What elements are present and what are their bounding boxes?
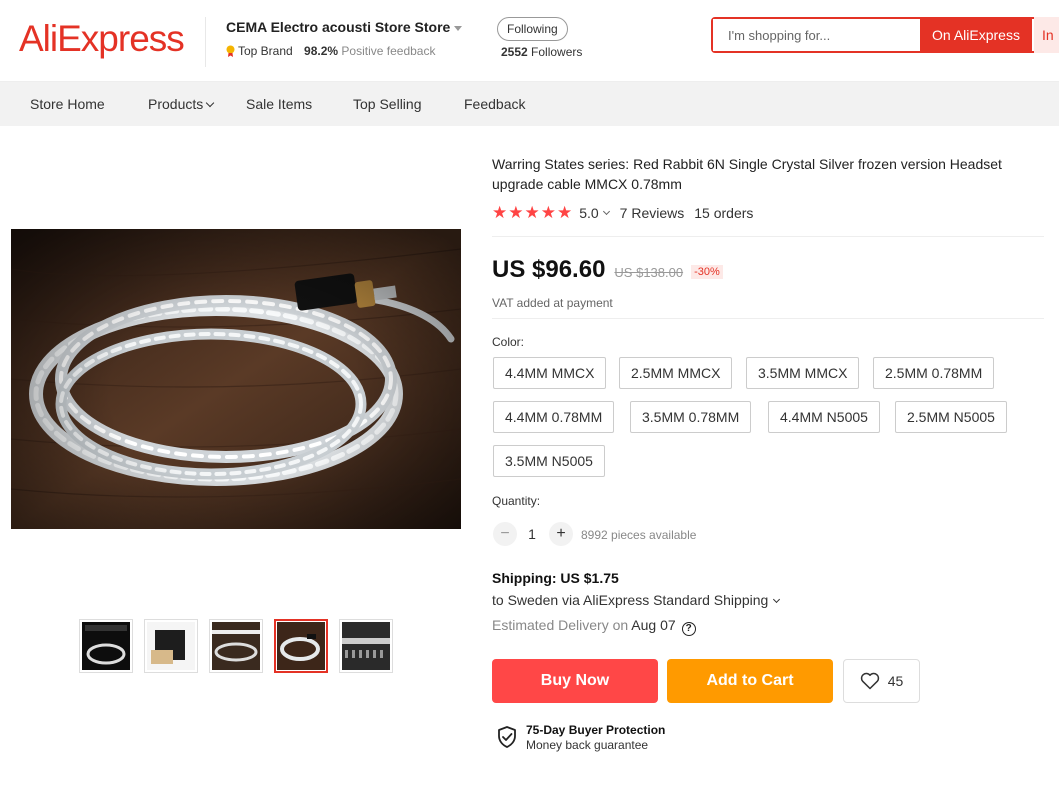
nav-products-label[interactable]: Products bbox=[148, 96, 203, 112]
followers-count: 2552 Followers bbox=[501, 45, 587, 59]
quantity-label: Quantity: bbox=[492, 494, 541, 508]
discount-badge: -30% bbox=[691, 265, 723, 279]
rating-row: ★★★★★ 5.0 7 Reviews 15 orders bbox=[492, 203, 753, 223]
color-label: Color: bbox=[492, 335, 525, 349]
followers-number: 2552 bbox=[501, 45, 528, 59]
color-option[interactable]: 3.5MM 0.78MM bbox=[630, 401, 752, 433]
thumbnail-1[interactable] bbox=[79, 619, 133, 673]
following-button[interactable]: Following bbox=[497, 17, 568, 41]
store-meta: Top Brand 98.2% Positive feedback bbox=[226, 44, 462, 58]
aliexpress-logo[interactable]: AliExpress bbox=[19, 18, 185, 60]
buy-now-button[interactable]: Buy Now bbox=[492, 659, 658, 703]
nav-sale-items[interactable]: Sale Items bbox=[246, 82, 312, 126]
caret-down-icon[interactable] bbox=[454, 25, 463, 31]
wishlist-button[interactable]: 45 bbox=[843, 659, 920, 703]
chevron-down-icon[interactable] bbox=[602, 207, 610, 215]
reviews-link[interactable]: 7 Reviews bbox=[620, 205, 685, 221]
color-option[interactable]: 3.5MM N5005 bbox=[493, 445, 605, 477]
thumbnail-image bbox=[147, 622, 195, 670]
chevron-down-icon[interactable] bbox=[206, 98, 215, 108]
add-to-cart-button[interactable]: Add to Cart bbox=[667, 659, 833, 703]
thumbnail-image bbox=[342, 622, 390, 670]
color-option[interactable]: 4.4MM 0.78MM bbox=[493, 401, 615, 433]
followers-label: Followers bbox=[531, 45, 583, 59]
buyer-protection-title: 75-Day Buyer Protection bbox=[526, 723, 666, 737]
shipping-destination[interactable]: to Sweden via AliExpress Standard Shippi… bbox=[492, 592, 781, 608]
nav-store-home[interactable]: Store Home bbox=[30, 82, 105, 126]
original-price: US $138.00 bbox=[614, 265, 684, 280]
thumbnail-5[interactable] bbox=[339, 619, 393, 673]
orders-count: 15 orders bbox=[694, 205, 754, 221]
follow-block: Following 2552 Followers bbox=[497, 17, 587, 59]
buyer-protection-text: 75-Day Buyer Protection Money back guara… bbox=[526, 723, 665, 752]
thumbnail-4[interactable] bbox=[274, 619, 328, 673]
vat-note: VAT added at payment bbox=[492, 296, 613, 310]
chevron-down-icon[interactable] bbox=[773, 595, 781, 604]
estimated-delivery: Estimated Delivery on Aug 07? bbox=[492, 617, 696, 636]
site-header: AliExpress CEMA Electro acousti Store St… bbox=[0, 0, 1059, 82]
rating-score[interactable]: 5.0 bbox=[579, 205, 598, 221]
thumbnail-image bbox=[212, 622, 260, 670]
thumbnail-3[interactable] bbox=[209, 619, 263, 673]
store-nav: Store Home Products Sale Items Top Selli… bbox=[0, 82, 1059, 126]
rating-stars: ★★★★★ bbox=[492, 203, 574, 222]
product-title: Warring States series: Red Rabbit 6N Sin… bbox=[492, 156, 1002, 192]
store-name-row[interactable]: CEMA Electro acousti Store Store bbox=[226, 19, 463, 35]
nav-feedback[interactable]: Feedback bbox=[464, 82, 525, 126]
available-quantity: 8992 pieces available bbox=[581, 528, 697, 542]
shipping-destination-text[interactable]: to Sweden via AliExpress Standard Shippi… bbox=[492, 592, 768, 608]
heart-icon bbox=[860, 672, 879, 690]
quantity-increase-button[interactable]: + bbox=[549, 522, 573, 546]
shield-check-icon bbox=[498, 726, 516, 748]
shipping-cost: Shipping: US $1.75 bbox=[492, 570, 619, 586]
color-option[interactable]: 2.5MM MMCX bbox=[619, 357, 733, 389]
search-bar: On AliExpress In bbox=[711, 17, 1059, 53]
search-on-aliexpress-button[interactable]: On AliExpress bbox=[920, 17, 1032, 53]
feedback-percent: 98.2% bbox=[304, 44, 339, 58]
quantity-decrease-button[interactable]: − bbox=[493, 522, 517, 546]
thumbnail-image bbox=[277, 622, 325, 670]
price-row: US $96.60 US $138.00 -30% bbox=[492, 256, 723, 286]
color-option[interactable]: 3.5MM MMCX bbox=[746, 357, 860, 389]
quantity-input[interactable]: 1 bbox=[522, 526, 542, 542]
divider bbox=[492, 236, 1044, 237]
color-option[interactable]: 4.4MM N5005 bbox=[768, 401, 880, 433]
search-input[interactable] bbox=[713, 19, 920, 51]
store-name[interactable]: CEMA Electro acousti Store Store bbox=[226, 19, 450, 35]
medal-icon bbox=[226, 45, 235, 57]
color-option[interactable]: 2.5MM 0.78MM bbox=[873, 357, 995, 389]
product-photo bbox=[11, 229, 461, 529]
top-brand-badge: Top Brand bbox=[238, 44, 293, 58]
help-icon[interactable]: ? bbox=[681, 622, 696, 636]
wishlist-count: 45 bbox=[887, 673, 904, 689]
search-in-store-button[interactable]: In bbox=[1034, 17, 1059, 53]
divider bbox=[492, 318, 1044, 319]
feedback-label: Positive feedback bbox=[341, 44, 436, 58]
estimated-delivery-date: Aug 07 bbox=[631, 617, 676, 633]
nav-top-selling[interactable]: Top Selling bbox=[353, 82, 422, 126]
buyer-protection: 75-Day Buyer Protection Money back guara… bbox=[497, 723, 665, 752]
thumbnail-image bbox=[82, 622, 130, 670]
color-option[interactable]: 4.4MM MMCX bbox=[493, 357, 607, 389]
product-main-image[interactable] bbox=[11, 229, 461, 529]
current-price: US $96.60 bbox=[492, 256, 606, 283]
color-option[interactable]: 2.5MM N5005 bbox=[895, 401, 1007, 433]
store-info: CEMA Electro acousti Store Store Top Bra… bbox=[205, 17, 463, 67]
nav-products[interactable]: Products bbox=[148, 82, 215, 126]
thumbnail-2[interactable] bbox=[144, 619, 198, 673]
buyer-protection-subtitle: Money back guarantee bbox=[526, 738, 649, 752]
estimated-delivery-label: Estimated Delivery on bbox=[492, 617, 629, 633]
